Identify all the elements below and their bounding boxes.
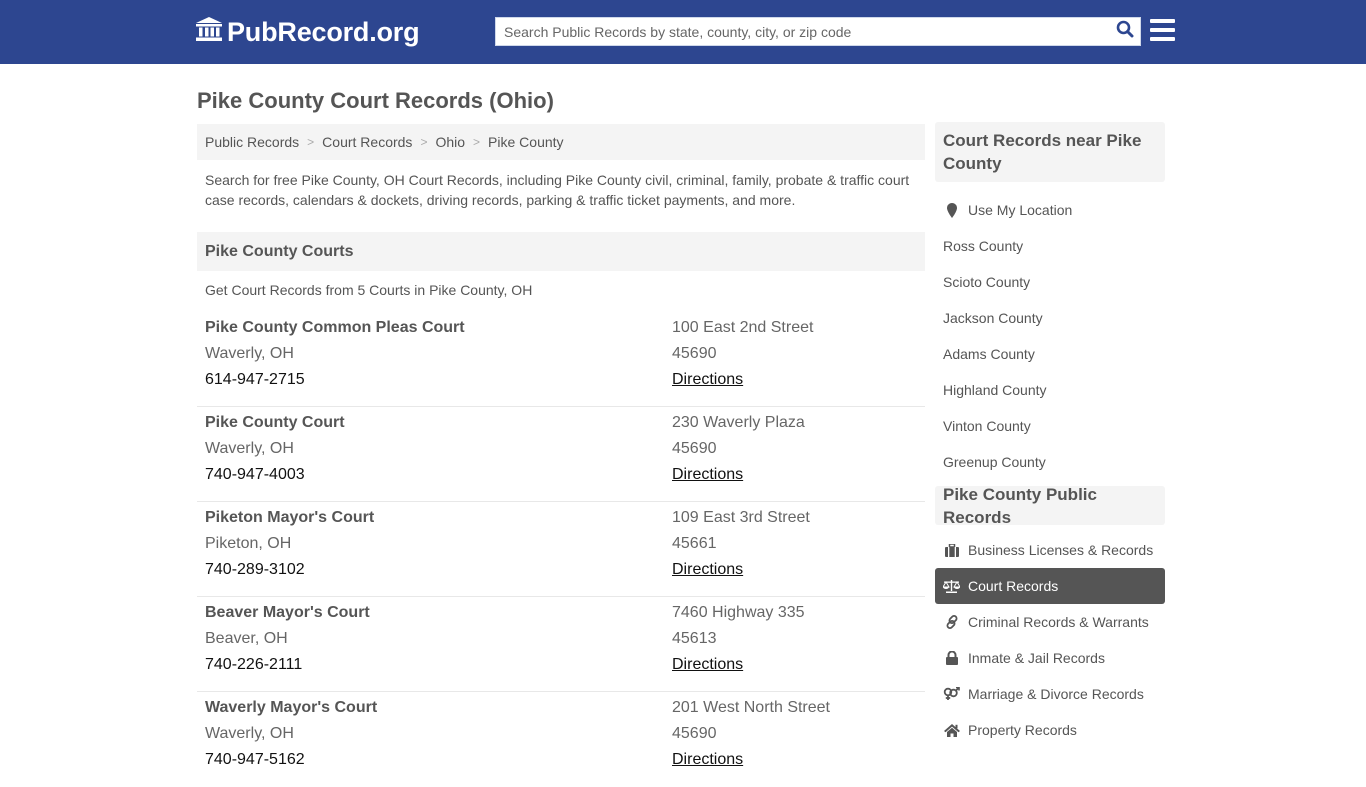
sidebar-item-business-licenses[interactable]: Business Licenses & Records [935,532,1165,568]
court-zip: 45690 [672,725,717,742]
court-address: 230 Waverly Plaza [672,414,805,431]
court-zip: 45690 [672,345,717,362]
sidebar-item-label: Court Records [968,578,1059,594]
home-icon [943,723,960,737]
nearby-list: Use My Location Ross County Scioto Count… [935,192,1165,480]
court-city: Waverly, OH [205,440,294,457]
court-phone[interactable]: 740-226-2111 [205,655,672,681]
sidebar-item-marriage-records[interactable]: Marriage & Divorce Records [935,676,1165,712]
breadcrumb-pike-county[interactable]: Pike County [488,134,563,150]
search-button[interactable] [1110,18,1140,45]
breadcrumb-ohio[interactable]: Ohio [435,134,465,150]
nearby-county-link[interactable]: Jackson County [935,300,1165,336]
directions-link[interactable]: Directions [672,371,743,388]
court-phone[interactable]: 740-947-4003 [205,465,672,491]
court-name[interactable]: Waverly Mayor's Court [205,698,672,724]
nearby-county-link[interactable]: Scioto County [935,264,1165,300]
use-my-location-label: Use My Location [968,202,1073,218]
page-title: Pike County Court Records (Ohio) [197,88,554,113]
balance-scale-icon [943,579,960,593]
sidebar-item-label: Criminal Records & Warrants [968,614,1149,630]
court-address: 201 West North Street [672,699,830,716]
directions-link[interactable]: Directions [672,466,743,483]
court-item: Pike County Court Waverly, OH 740-947-40… [197,407,925,502]
sidebar-item-inmate-records[interactable]: Inmate & Jail Records [935,640,1165,676]
breadcrumb-separator: > [473,135,481,149]
court-phone[interactable]: 740-289-3102 [205,560,672,586]
breadcrumb-court-records[interactable]: Court Records [322,134,412,150]
directions-link[interactable]: Directions [672,561,743,578]
court-zip: 45690 [672,440,717,457]
directions-link[interactable]: Directions [672,656,743,673]
court-name[interactable]: Pike County Court [205,413,672,439]
sidebar-item-label: Property Records [968,722,1077,738]
search-input[interactable] [496,18,1110,45]
use-my-location-link[interactable]: Use My Location [935,192,1165,228]
court-item: Piketon Mayor's Court Piketon, OH 740-28… [197,502,925,597]
court-address: 100 East 2nd Street [672,319,814,336]
main-content: Pike County Court Records (Ohio) Public … [197,64,925,787]
sidebar-item-criminal-records[interactable]: Criminal Records & Warrants [935,604,1165,640]
briefcase-icon [943,543,960,557]
court-address: 7460 Highway 335 [672,604,805,621]
sidebar-item-court-records[interactable]: Court Records [935,568,1165,604]
breadcrumb-separator: > [420,135,428,149]
sidebar: Court Records near Pike County Use My Lo… [935,122,1165,748]
site-logo[interactable]: PubRecord.org [195,16,420,49]
intro-text: Search for free Pike County, OH Court Re… [205,172,910,208]
court-city: Waverly, OH [205,725,294,742]
directions-link[interactable]: Directions [672,751,743,768]
sidebar-item-label: Business Licenses & Records [968,542,1154,558]
court-phone[interactable]: 614-947-2715 [205,370,672,396]
court-name[interactable]: Beaver Mayor's Court [205,603,672,629]
court-name[interactable]: Piketon Mayor's Court [205,508,672,534]
logo-text: PubRecord.org [227,17,420,47]
breadcrumb-separator: > [307,135,315,149]
court-city: Piketon, OH [205,535,292,552]
court-name[interactable]: Pike County Common Pleas Court [205,318,672,344]
nearby-county-link[interactable]: Adams County [935,336,1165,372]
nearby-county-link[interactable]: Greenup County [935,444,1165,480]
sidebar-item-label: Marriage & Divorce Records [968,686,1144,702]
court-zip: 45661 [672,535,717,552]
court-zip: 45613 [672,630,717,647]
court-address: 109 East 3rd Street [672,509,810,526]
map-marker-icon [943,202,960,218]
public-records-title: Pike County Public Records [935,485,1165,527]
nearby-county-link[interactable]: Vinton County [935,408,1165,444]
hamburger-menu-icon[interactable] [1150,19,1175,41]
court-item: Beaver Mayor's Court Beaver, OH 740-226-… [197,597,925,692]
court-city: Waverly, OH [205,345,294,362]
search-box [495,17,1141,46]
sidebar-item-property-records[interactable]: Property Records [935,712,1165,748]
court-list: Pike County Common Pleas Court Waverly, … [197,312,925,787]
nearby-county-link[interactable]: Ross County [935,228,1165,264]
court-phone[interactable]: 740-947-5162 [205,750,672,776]
breadcrumb-public-records[interactable]: Public Records [205,134,299,150]
nearby-courts-title: Court Records near Pike County [935,122,1165,182]
link-icon [943,615,960,629]
sidebar-item-label: Inmate & Jail Records [968,650,1105,666]
site-header: PubRecord.org [0,0,1366,64]
court-item: Waverly Mayor's Court Waverly, OH 740-94… [197,692,925,787]
courthouse-icon [195,16,227,49]
courts-section-title: Pike County Courts [197,232,925,271]
breadcrumb: Public Records > Court Records > Ohio > … [197,124,925,160]
search-icon [1116,20,1134,43]
public-records-list: Business Licenses & Records Court Record… [935,532,1165,748]
court-item: Pike County Common Pleas Court Waverly, … [197,312,925,407]
nearby-county-link[interactable]: Highland County [935,372,1165,408]
courts-section-subtitle: Get Court Records from 5 Courts in Pike … [205,282,533,298]
venus-mars-icon [943,687,960,701]
lock-icon [943,651,960,665]
court-city: Beaver, OH [205,630,288,647]
